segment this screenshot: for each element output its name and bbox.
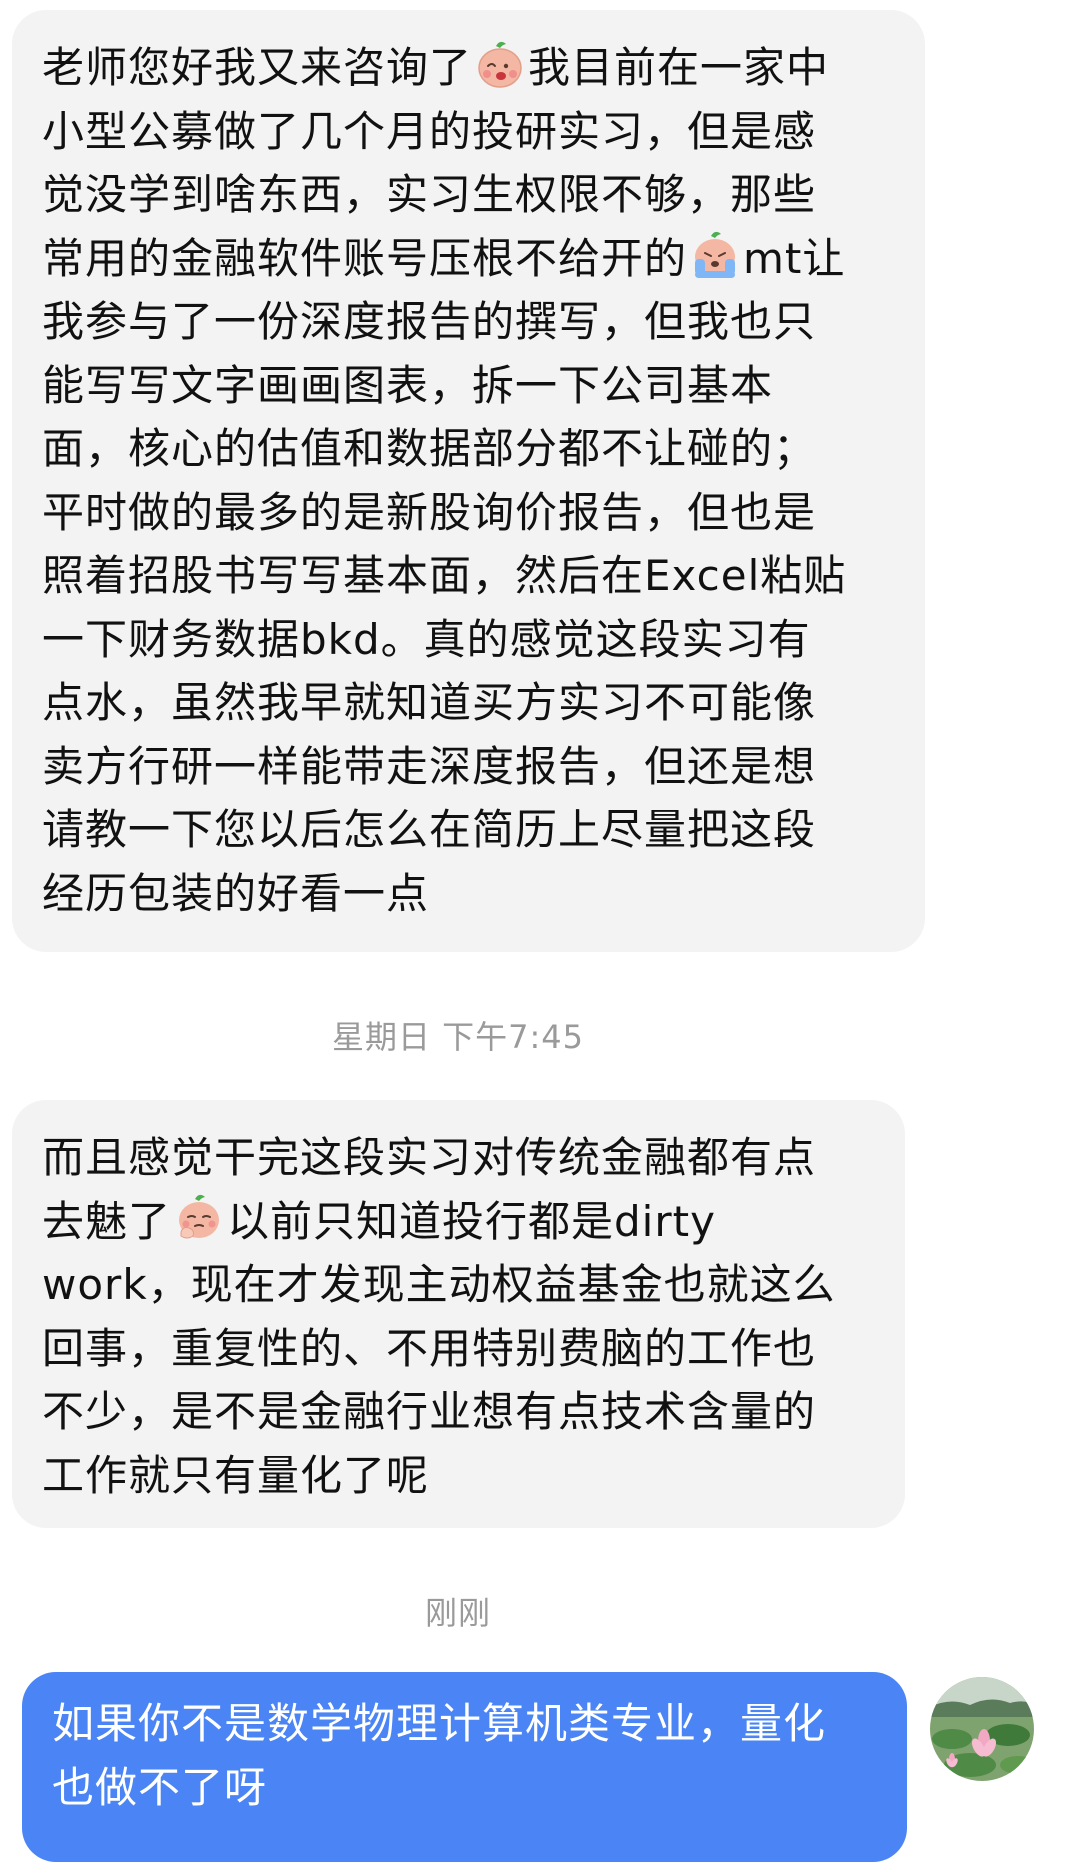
- message-line: 面，核心的估值和数据部分都不让碰的；: [42, 424, 817, 473]
- message-text: 老师您好我又来咨询了: [42, 43, 473, 92]
- message-line: 请教一下您以后怎么在简历上尽量把这段: [42, 805, 817, 854]
- message-line: 去魅了 以前只知道投行都是dirty: [42, 1190, 879, 1254]
- timestamp: 刚刚: [424, 1594, 491, 1632]
- message-text: 我目前在一家中: [528, 43, 830, 92]
- avatar[interactable]: [930, 1677, 1034, 1781]
- message-line: work，现在才发现主动权益基金也就这么: [42, 1260, 836, 1309]
- message-line: 能写写文字画画图表，拆一下公司基本: [42, 360, 774, 410]
- message-line: 点水，虽然我早就知道买方实习不可能像: [42, 678, 817, 727]
- message-text: 以前只知道投行都是dirty: [227, 1196, 716, 1246]
- message-line: 而且感觉干完这段实习对传统金融都有点: [42, 1133, 817, 1182]
- outgoing-message-bubble[interactable]: 如果你不是数学物理计算机类专业，量化 也做不了呀: [22, 1672, 907, 1862]
- message-line: 卖方行研一样能带走深度报告，但还是想: [42, 741, 817, 791]
- message-line: 如果你不是数学物理计算机类专业，量化: [52, 1699, 827, 1748]
- message-line: 回事，重复性的、不用特别费脑的工作也: [42, 1323, 817, 1373]
- message-line: 不少，是不是金融行业想有点技术含量的: [42, 1387, 817, 1436]
- thinking-face-emoji-icon: [179, 1194, 220, 1238]
- incoming-message-bubble[interactable]: 老师您好我又来咨询了 我目前在一家中 小型公募做了几个月的投研实习，但是感 觉没…: [12, 10, 925, 952]
- message-text: 常用的金融软件账号压根不给开的: [42, 233, 688, 283]
- message-line: 经历包装的好看一点: [42, 868, 430, 918]
- incoming-message-bubble[interactable]: 而且感觉干完这段实习对传统金融都有点 去魅了 以前只知道投行都是dirty wo…: [12, 1100, 905, 1528]
- timestamp: 星期日 下午7:45: [331, 1018, 585, 1056]
- message-line: 我参与了一份深度报告的撰写，但我也只: [42, 297, 817, 346]
- message-line: 工作就只有量化了呢: [42, 1450, 430, 1500]
- message-text: mt让: [743, 233, 846, 283]
- message-text: 去魅了: [42, 1196, 172, 1246]
- message-line: 觉没学到啥东西，实习生权限不够，那些: [42, 170, 817, 219]
- message-line: 也做不了呀: [52, 1762, 268, 1812]
- crying-face-emoji-icon: [695, 231, 736, 278]
- shy-face-emoji-icon: [478, 41, 522, 88]
- message-line: 老师您好我又来咨询了 我目前在一家中: [42, 36, 899, 100]
- message-line: 照着招股书写写基本面，然后在Excel粘贴: [42, 551, 847, 600]
- lotus-avatar-icon: [930, 1677, 1034, 1781]
- message-line: 常用的金融软件账号压根不给开的 mt让: [42, 227, 899, 291]
- message-line: 小型公募做了几个月的投研实习，但是感: [42, 106, 817, 156]
- message-line: 平时做的最多的是新股询价报告，但也是: [42, 487, 817, 537]
- message-line: 一下财务数据bkd。真的感觉这段实习有: [42, 614, 811, 664]
